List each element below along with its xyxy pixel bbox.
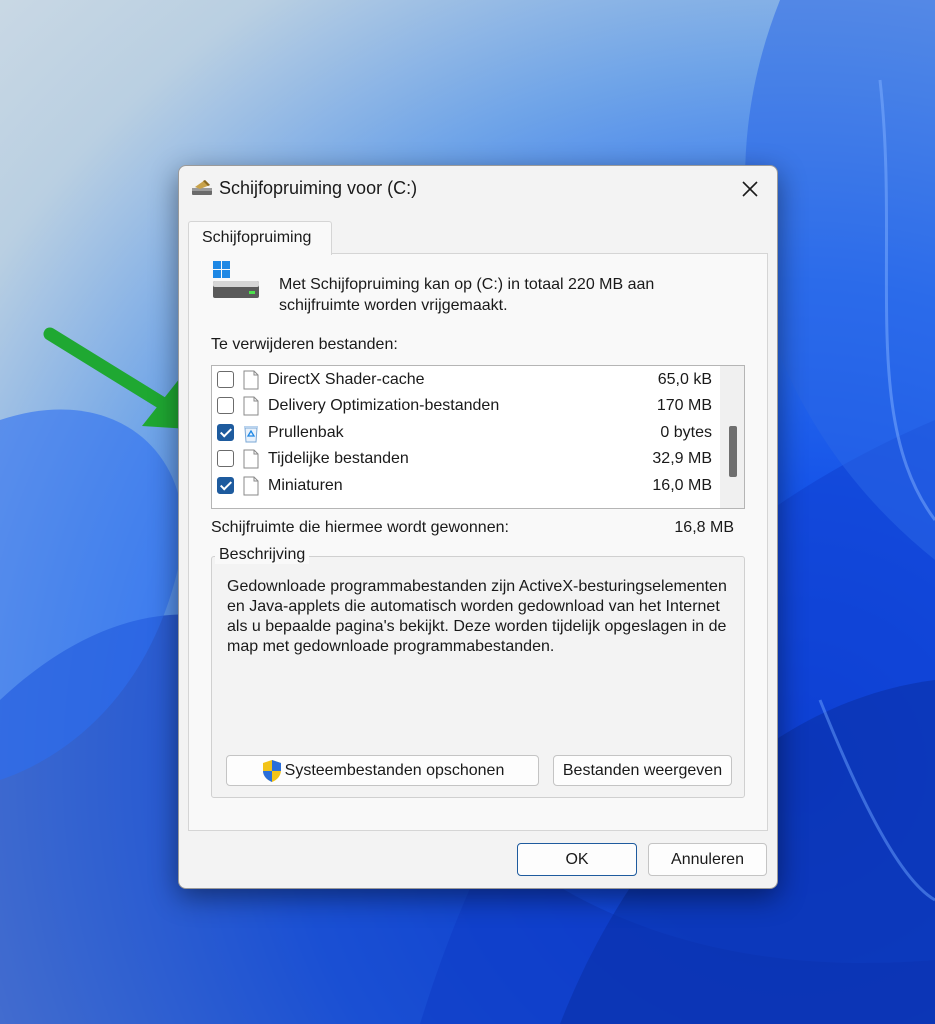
list-item[interactable]: Prullenbak 0 bytes (212, 421, 720, 447)
list-item[interactable]: DirectX Shader-cache 65,0 kB (212, 368, 720, 394)
file-name: Delivery Optimization-bestanden (268, 397, 500, 414)
file-name: Miniaturen (268, 477, 343, 494)
drive-icon (213, 261, 259, 298)
uac-shield-icon (262, 759, 281, 782)
clean-system-files-button[interactable]: Systeembestanden opschonen (226, 755, 539, 786)
recycle-bin-icon (244, 426, 258, 443)
files-label: Te verwijderen bestanden: (211, 336, 398, 353)
space-gain-value: 16,8 MB (674, 519, 734, 536)
checkbox[interactable] (217, 397, 234, 414)
close-icon[interactable] (735, 174, 765, 204)
dialog-title: Schijfopruiming voor (C:) (219, 178, 418, 198)
file-size: 32,9 MB (652, 450, 712, 467)
checkbox[interactable] (217, 450, 234, 467)
scrollbar[interactable] (720, 366, 744, 508)
file-icon (243, 476, 259, 496)
tab-disk-cleanup[interactable]: Schijfopruiming (188, 221, 332, 255)
file-name: DirectX Shader-cache (268, 371, 425, 388)
file-size: 16,0 MB (652, 477, 712, 494)
file-name: Tijdelijke bestanden (268, 450, 409, 467)
tab-label: Schijfopruiming (202, 229, 312, 246)
file-size: 65,0 kB (657, 371, 712, 388)
file-list[interactable]: DirectX Shader-cache 65,0 kB Delivery Op… (211, 365, 745, 509)
list-item[interactable]: Delivery Optimization-bestanden 170 MB (212, 394, 720, 420)
description-title: Beschrijving (215, 546, 310, 564)
title-bar: Schijfopruiming voor (C:) (179, 166, 777, 212)
disk-cleanup-dialog: Schijfopruiming voor (C:) Schijfopruimin… (178, 165, 778, 889)
view-files-button[interactable]: Bestanden weergeven (553, 755, 732, 786)
list-item[interactable]: Miniaturen 16,0 MB (212, 474, 720, 500)
checkbox-checked[interactable] (217, 424, 234, 441)
space-gain-label: Schijfruimte die hiermee wordt gewonnen: (211, 519, 509, 536)
file-size: 0 bytes (660, 424, 712, 441)
file-icon (243, 370, 259, 390)
file-size: 170 MB (656, 397, 712, 414)
clean-system-files-label: Systeembestanden opschonen (284, 761, 505, 779)
file-name: Prullenbak (268, 424, 344, 441)
file-icon (243, 449, 259, 469)
checkbox-checked[interactable] (217, 477, 234, 494)
list-item[interactable]: Tijdelijke bestanden 32,9 MB (212, 447, 720, 473)
checkbox[interactable] (217, 371, 234, 388)
ok-button[interactable]: OK (517, 843, 637, 876)
scrollbar-thumb[interactable] (729, 426, 737, 477)
file-icon (243, 396, 259, 416)
description-text: Gedownloade programmabestanden zijn Acti… (227, 578, 727, 655)
tab-panel: Met Schijfopruiming kan op (C:) in totaa… (188, 253, 768, 831)
description-group: Beschrijving Gedownloade programmabestan… (211, 546, 745, 798)
disk-cleanup-icon (192, 180, 212, 195)
intro-text: Met Schijfopruiming kan op (C:) in totaa… (279, 276, 655, 314)
cancel-button[interactable]: Annuleren (648, 843, 767, 876)
